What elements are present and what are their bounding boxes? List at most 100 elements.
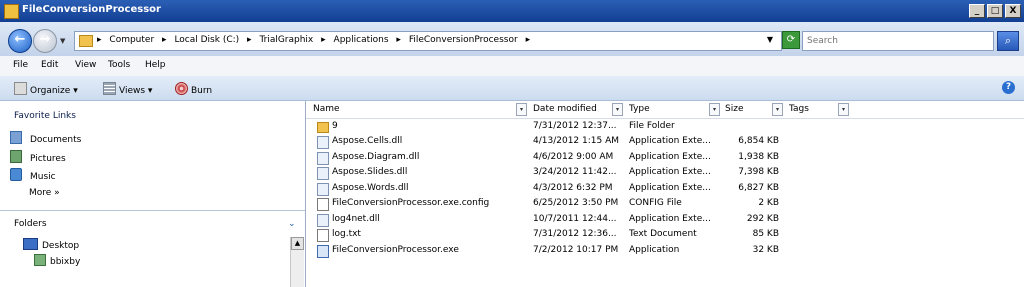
menu-file[interactable]: File (13, 60, 28, 70)
music-icon (10, 168, 22, 181)
file-row[interactable]: Aspose.Slides.dll 3/24/2012 11:42... App… (306, 165, 1024, 180)
file-name: Aspose.Words.dll (332, 183, 409, 193)
breadcrumb-separator[interactable]: ▸ (526, 35, 531, 45)
file-date: 4/6/2012 9:00 AM (533, 152, 614, 162)
file-type: Application Exte... (629, 183, 711, 193)
organize-icon (14, 82, 27, 95)
favorite-label: Pictures (30, 154, 66, 164)
column-header-row: Name ▾ Date modified ▾ Type ▾ Size ▾ Tag… (306, 101, 1024, 119)
file-row[interactable]: Aspose.Diagram.dll 4/6/2012 9:00 AM Appl… (306, 150, 1024, 165)
column-header-tags[interactable]: Tags (789, 104, 809, 114)
arrow-left-icon: ← (14, 32, 26, 47)
address-bar[interactable]: ▸ Computer ▸ Local Disk (C:) ▸ TrialGrap… (74, 31, 782, 51)
burn-button[interactable]: Burn (175, 82, 212, 96)
forward-button[interactable]: → (33, 29, 57, 53)
folder-tree-scrollbar[interactable]: ▲ (290, 237, 304, 287)
breadcrumb-separator[interactable]: ▸ (162, 35, 167, 45)
navigation-pane: Favorite Links Documents Pictures Music … (0, 101, 306, 287)
search-icon: ⌕ (1004, 34, 1012, 47)
close-button[interactable]: X (1005, 4, 1021, 18)
file-row[interactable]: 9 7/31/2012 12:37... File Folder (306, 119, 1024, 134)
file-size: 32 KB (752, 245, 779, 255)
address-dropdown-icon[interactable]: ▼ (767, 35, 773, 44)
file-row[interactable]: FileConversionProcessor.exe 7/2/2012 10:… (306, 243, 1024, 258)
file-name: Aspose.Cells.dll (332, 136, 403, 146)
search-box[interactable] (802, 31, 994, 51)
breadcrumb-fileconversionprocessor[interactable]: FileConversionProcessor (409, 35, 518, 45)
file-row[interactable]: FileConversionProcessor.exe.config 6/25/… (306, 196, 1024, 211)
dll-file-icon (317, 136, 329, 149)
column-header-size[interactable]: Size (725, 104, 743, 114)
favorite-label: Music (30, 172, 56, 182)
favorite-label: Documents (30, 135, 82, 145)
chevron-down-icon[interactable]: ⌄ (288, 219, 296, 229)
menu-bar: File Edit View Tools Help (0, 56, 1024, 76)
address-toolbar: ← → ▼ ▸ Computer ▸ Local Disk (C:) ▸ Tri… (0, 22, 1024, 56)
config-file-icon (317, 198, 329, 211)
menu-tools[interactable]: Tools (108, 60, 130, 70)
help-icon: ? (1005, 82, 1012, 92)
title-bar: FileConversionProcessor _ □ X (0, 0, 1024, 22)
column-header-name[interactable]: Name (313, 104, 340, 114)
file-size: 6,854 KB (738, 136, 779, 146)
refresh-button[interactable]: ⟳ (782, 31, 800, 49)
minimize-button[interactable]: _ (969, 4, 985, 18)
column-header-date[interactable]: Date modified (533, 104, 597, 114)
menu-help[interactable]: Help (145, 60, 166, 70)
file-type: Text Document (629, 229, 697, 239)
file-row[interactable]: log4net.dll 10/7/2011 12:44... Applicati… (306, 212, 1024, 227)
organize-button[interactable]: Organize ▾ (14, 82, 78, 96)
sort-dropdown-icon[interactable]: ▾ (612, 103, 623, 116)
breadcrumb-computer[interactable]: Computer (109, 35, 154, 45)
application-icon (317, 245, 329, 258)
scroll-up-arrow-icon[interactable]: ▲ (291, 237, 304, 250)
file-name: 9 (332, 121, 338, 131)
file-row[interactable]: Aspose.Words.dll 4/3/2012 6:32 PM Applic… (306, 181, 1024, 196)
text-file-icon (317, 229, 329, 242)
breadcrumb-local-disk[interactable]: Local Disk (C:) (174, 35, 239, 45)
maximize-button[interactable]: □ (987, 4, 1003, 18)
folder-icon (4, 4, 19, 19)
menu-edit[interactable]: Edit (41, 60, 58, 70)
file-date: 3/24/2012 11:42... (533, 167, 617, 177)
burn-label: Burn (191, 86, 213, 96)
tree-item-user[interactable]: bbixby (34, 254, 80, 267)
sort-dropdown-icon[interactable]: ▾ (838, 103, 849, 116)
views-button[interactable]: Views ▾ (103, 82, 152, 96)
file-row[interactable]: log.txt 7/31/2012 12:36... Text Document… (306, 227, 1024, 242)
file-date: 7/2/2012 10:17 PM (533, 245, 619, 255)
breadcrumb-trialgraphix[interactable]: TrialGraphix (259, 35, 313, 45)
tree-item-desktop[interactable]: Desktop (23, 238, 79, 251)
favorite-item-pictures[interactable]: Pictures (10, 150, 66, 164)
sort-dropdown-icon[interactable]: ▾ (516, 103, 527, 116)
file-type: Application Exte... (629, 167, 711, 177)
file-type: Application Exte... (629, 152, 711, 162)
breadcrumb-separator: ▸ (97, 35, 102, 45)
recent-pages-dropdown[interactable]: ▼ (60, 37, 65, 45)
breadcrumb-separator[interactable]: ▸ (396, 35, 401, 45)
breadcrumb-separator[interactable]: ▸ (247, 35, 252, 45)
back-button[interactable]: ← (8, 29, 32, 53)
sort-dropdown-icon[interactable]: ▾ (709, 103, 720, 116)
file-type: CONFIG File (629, 198, 682, 208)
file-date: 4/3/2012 6:32 PM (533, 183, 613, 193)
favorite-item-documents[interactable]: Documents (10, 131, 81, 145)
column-header-type[interactable]: Type (629, 104, 650, 114)
search-input[interactable] (805, 33, 989, 49)
help-button[interactable]: ? (1002, 81, 1015, 94)
file-row[interactable]: Aspose.Cells.dll 4/13/2012 1:15 AM Appli… (306, 134, 1024, 149)
breadcrumb-separator[interactable]: ▸ (321, 35, 326, 45)
file-size: 85 KB (752, 229, 779, 239)
file-date: 7/31/2012 12:36... (533, 229, 617, 239)
breadcrumb-applications[interactable]: Applications (334, 35, 389, 45)
breadcrumb: ▸ Computer ▸ Local Disk (C:) ▸ TrialGrap… (97, 35, 535, 45)
folders-heading[interactable]: Folders (14, 219, 47, 229)
more-link[interactable]: More » (29, 188, 60, 198)
organize-label: Organize (30, 86, 71, 96)
file-size: 292 KB (746, 214, 779, 224)
dll-file-icon (317, 183, 329, 196)
sort-dropdown-icon[interactable]: ▾ (772, 103, 783, 116)
favorite-item-music[interactable]: Music (10, 168, 56, 182)
search-button[interactable]: ⌕ (997, 31, 1019, 51)
menu-view[interactable]: View (75, 60, 96, 70)
